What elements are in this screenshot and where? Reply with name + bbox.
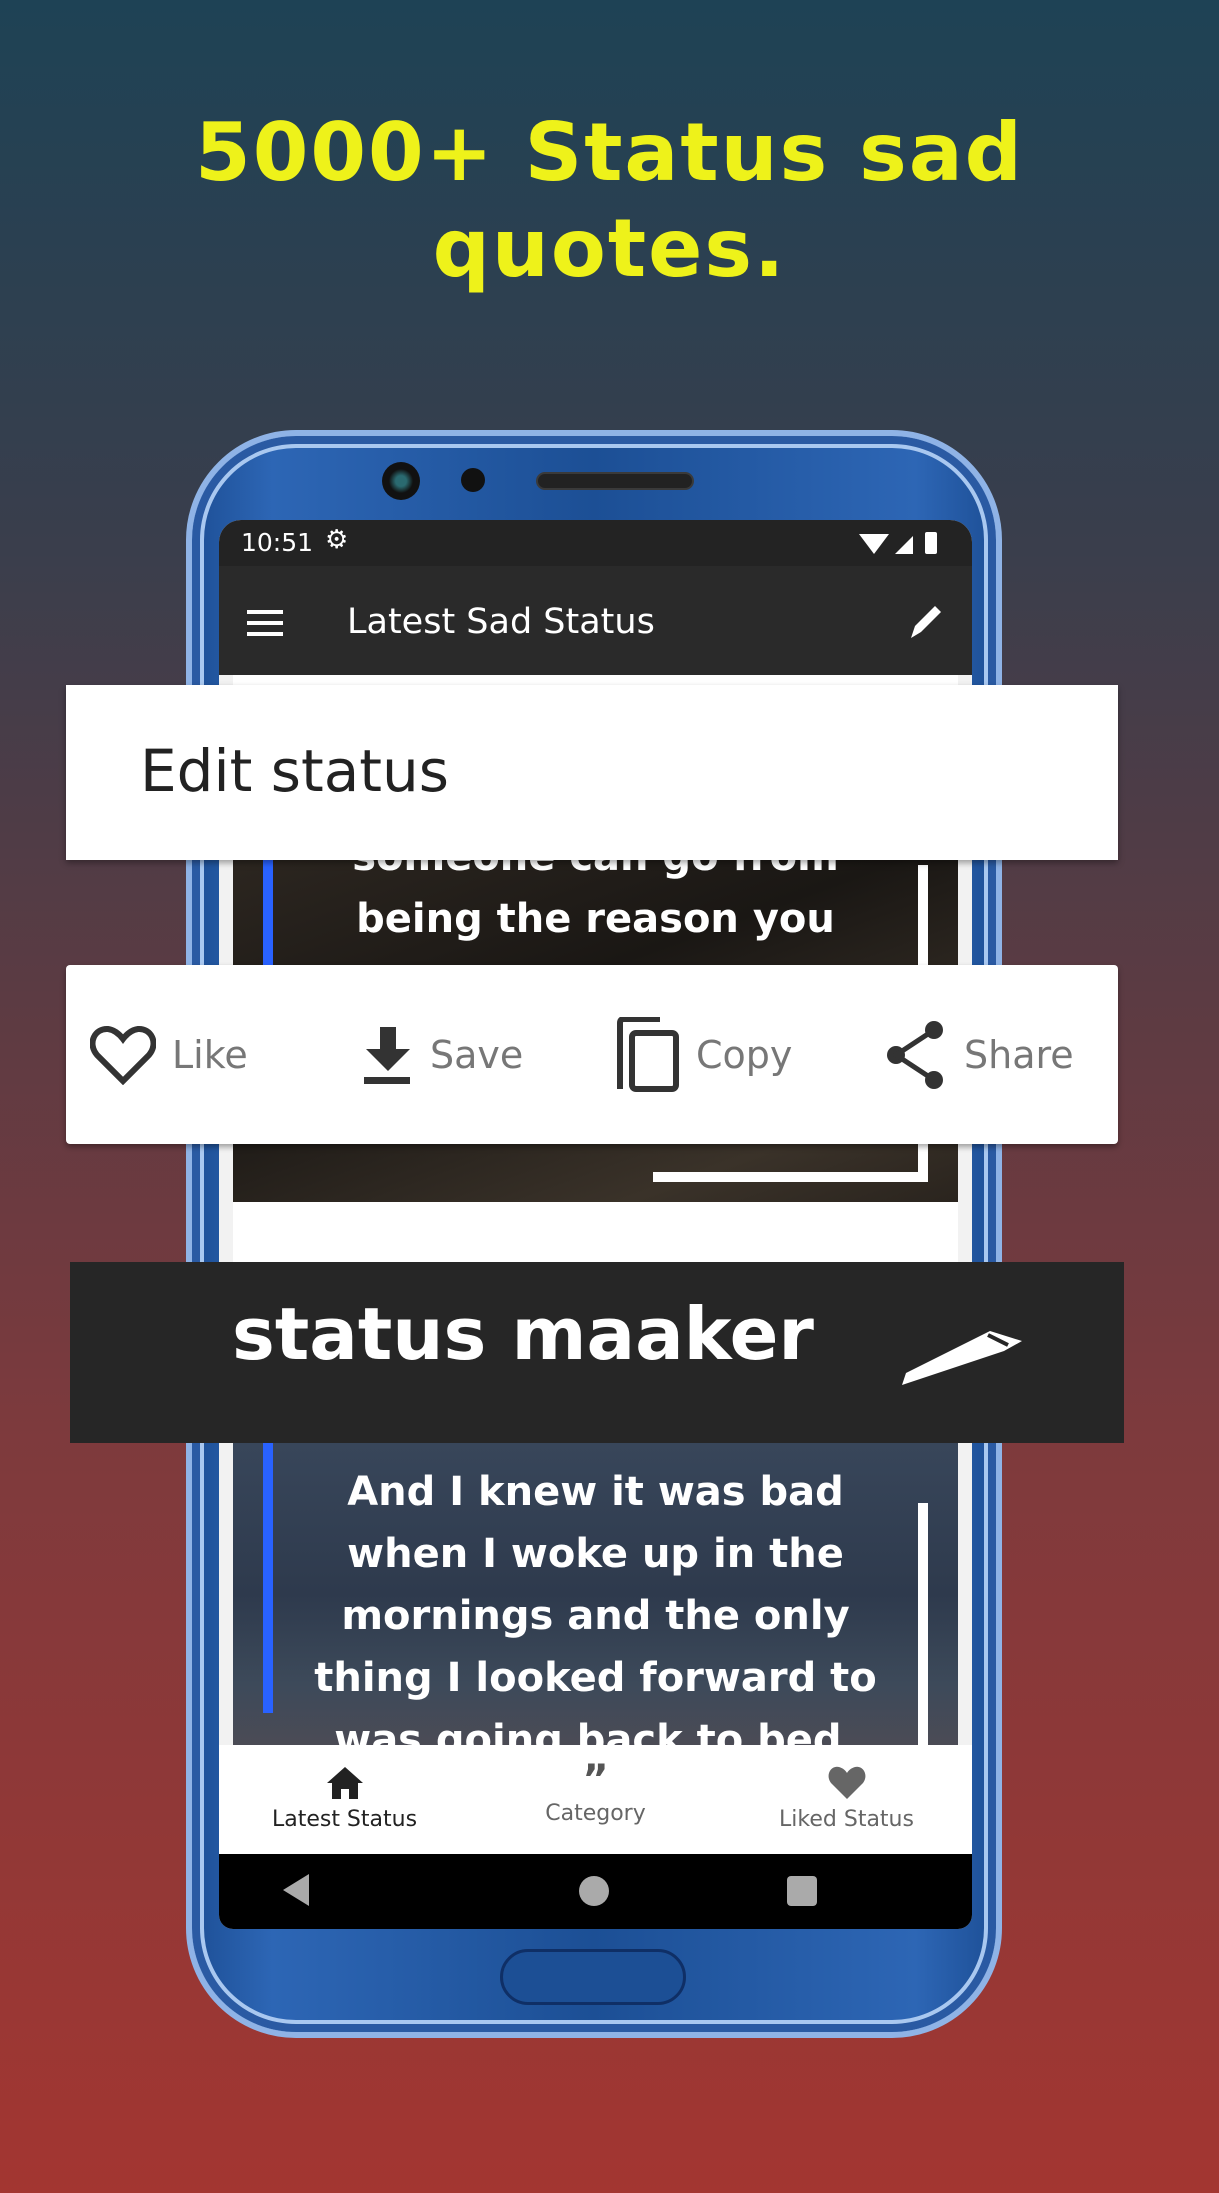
quote-line: was going back to bed. [334,1717,857,1745]
quote-line: being the reason you [356,896,835,942]
system-nav-bar [219,1854,972,1929]
nav-liked-status[interactable]: Liked Status [721,1745,972,1854]
quote-text: And I knew it was bad when I woke up in … [233,1461,958,1745]
nav-latest-status[interactable]: Latest Status [219,1745,470,1854]
share-label: Share [964,1032,1074,1077]
status-bar: 10:51 ⚙ [219,520,972,566]
download-icon [364,1026,410,1084]
wifi-icon [859,534,889,554]
pen-icon [902,1331,1022,1385]
copy-label: Copy [696,1032,793,1077]
recents-icon[interactable] [787,1876,817,1906]
app-title: Latest Sad Status [347,602,655,642]
action-bar: Like Save Copy Share [66,965,1118,1144]
speaker-grille [536,472,694,490]
status-maker-label: status maaker [232,1292,814,1376]
promo-headline: 5000+ Status sad quotes. [0,105,1219,297]
heart-outline-icon [90,1025,156,1085]
nav-label: Liked Status [779,1807,914,1832]
quote-line: thing I looked forward to [314,1655,877,1701]
quote-line: And I knew it was bad [347,1469,844,1515]
headline-line: 5000+ Status sad [195,106,1024,199]
bottom-navigation: Latest Status ” Category Liked Status [219,1745,972,1854]
menu-icon[interactable] [247,608,283,636]
status-maker-banner[interactable]: status maaker [70,1262,1124,1443]
home-nav-icon[interactable] [579,1876,609,1906]
quote-line: when I woke up in the [347,1531,844,1577]
signal-icon [895,536,913,554]
save-label: Save [430,1032,524,1077]
like-label: Like [172,1032,248,1077]
edit-status-label: Edit status [140,737,449,805]
settings-icon: ⚙ [325,525,349,555]
sensor-icon [461,468,485,492]
edit-icon[interactable] [907,602,943,642]
like-button[interactable]: Like [90,965,248,1144]
clock: 10:51 [241,528,314,557]
status-icons [859,532,937,554]
quote-line: mornings and the only [341,1593,850,1639]
back-icon[interactable] [281,1872,311,1908]
nav-label: Category [545,1801,646,1826]
camera-icon [382,462,420,500]
share-icon [887,1020,943,1089]
nav-label: Latest Status [271,1807,418,1832]
home-button[interactable] [500,1949,686,2005]
quote-icon: ” [582,1757,609,1803]
home-icon [326,1767,363,1799]
share-button[interactable]: Share [884,965,1074,1144]
edit-status-banner[interactable]: Edit status [66,685,1118,860]
frame-line [653,1172,928,1182]
quote-text: someone can go from being the reason you [233,860,958,950]
app-bar: Latest Sad Status [219,566,972,675]
battery-icon [925,532,937,554]
copy-icon [617,1016,679,1092]
copy-button[interactable]: Copy [614,965,792,1144]
save-button[interactable]: Save [362,965,523,1144]
quote-line: someone can go from [233,860,958,888]
nav-category[interactable]: ” Category [470,1745,721,1854]
heart-icon [828,1766,865,1799]
status-image[interactable]: And I knew it was bad when I woke up in … [233,1443,958,1745]
headline-line: quotes. [432,202,787,295]
